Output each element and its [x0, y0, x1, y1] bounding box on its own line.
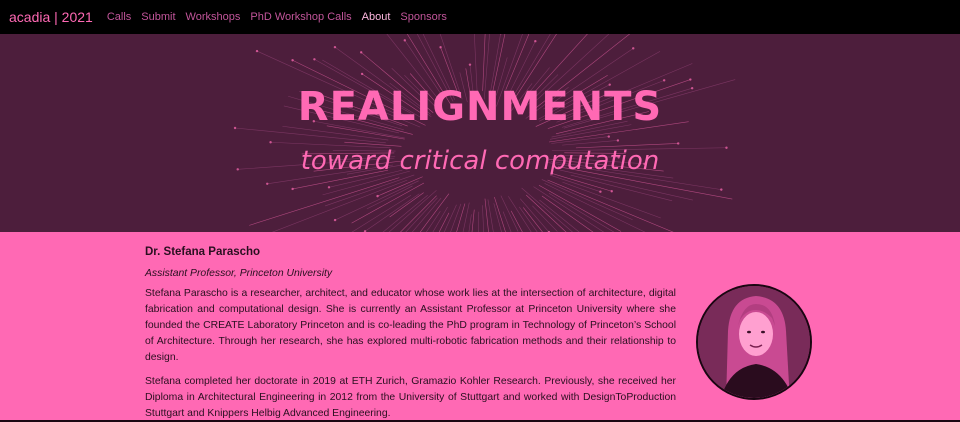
hero-banner: REALIGNMENTS toward critical computation — [0, 34, 960, 232]
burst-ray — [482, 205, 484, 232]
burst-ray — [547, 179, 674, 232]
burst-dot — [534, 40, 537, 43]
nav-link-calls[interactable]: Calls — [107, 11, 131, 23]
burst-dot — [327, 186, 331, 189]
burst-dot — [266, 182, 269, 185]
hero-title: REALIGNMENTS — [297, 84, 663, 130]
bio-paragraph: Stefana completed her doctorate in 2019 … — [145, 376, 676, 419]
burst-ray — [334, 180, 419, 221]
portrait-image — [698, 286, 810, 398]
profile-role: Assistant Professor, Princeton Universit… — [145, 268, 333, 279]
burst-ray — [570, 174, 673, 202]
profile-bio: Dr. Stefana Parascho Assistant Professor… — [145, 244, 676, 422]
burst-dot — [632, 47, 635, 50]
burst-ray — [478, 211, 480, 232]
burst-dot — [291, 59, 294, 62]
burst-ray — [351, 194, 412, 232]
burst-dot — [291, 187, 294, 191]
nav-link-about[interactable]: About — [362, 11, 391, 23]
burst-dot — [599, 190, 602, 193]
burst-dot — [376, 194, 379, 198]
profile-portrait — [696, 284, 812, 400]
hero-subtitle: toward critical computation — [300, 146, 660, 176]
burst-ray — [450, 203, 462, 232]
burst-dot — [689, 78, 692, 81]
burst-dot — [720, 188, 723, 191]
burst-dot — [662, 79, 666, 82]
burst-ray — [249, 177, 400, 226]
burst-ray — [548, 192, 615, 232]
burst-dot — [269, 141, 272, 144]
nav-link-submit[interactable]: Submit — [141, 11, 175, 23]
burst-ray — [502, 211, 512, 232]
burst-dot — [333, 218, 337, 222]
burst-ray — [456, 203, 466, 232]
burst-dot — [359, 51, 363, 54]
burst-dot — [333, 45, 337, 49]
burst-ray — [541, 179, 633, 221]
burst-ray — [389, 192, 424, 218]
burst-ray — [562, 181, 661, 219]
nav-link-sponsors[interactable]: Sponsors — [400, 11, 446, 23]
burst-ray — [438, 212, 450, 232]
burst-ray — [538, 184, 622, 232]
top-navbar: acadia | 2021 Calls Submit Workshops PhD… — [0, 0, 960, 34]
burst-ray — [271, 179, 408, 232]
burst-dot — [468, 63, 472, 66]
burst-dot — [439, 46, 442, 49]
burst-ray — [519, 198, 550, 232]
burst-dot — [610, 190, 613, 193]
burst-dot — [360, 72, 364, 76]
starburst-graphic — [233, 34, 736, 232]
nav-link-workshops[interactable]: Workshops — [186, 11, 241, 23]
burst-dot — [616, 139, 620, 142]
burst-ray — [468, 214, 472, 232]
burst-ray — [505, 34, 530, 90]
site-brand-link[interactable]: acadia | 2021 — [9, 9, 93, 25]
bio-paragraph: Stefana Parascho is a researcher, archit… — [145, 288, 676, 363]
burst-ray — [462, 202, 470, 232]
profile-name: Dr. Stefana Parascho — [145, 246, 261, 258]
profile-section: Dr. Stefana Parascho Assistant Professor… — [0, 232, 960, 422]
burst-ray — [351, 182, 425, 224]
burst-dot — [403, 39, 406, 42]
burst-dot — [677, 142, 680, 145]
burst-dot — [313, 58, 316, 61]
burst-dot — [607, 135, 610, 138]
burst-dot — [255, 49, 259, 53]
nav-link-phd-workshop-calls[interactable]: PhD Workshop Calls — [250, 11, 351, 23]
